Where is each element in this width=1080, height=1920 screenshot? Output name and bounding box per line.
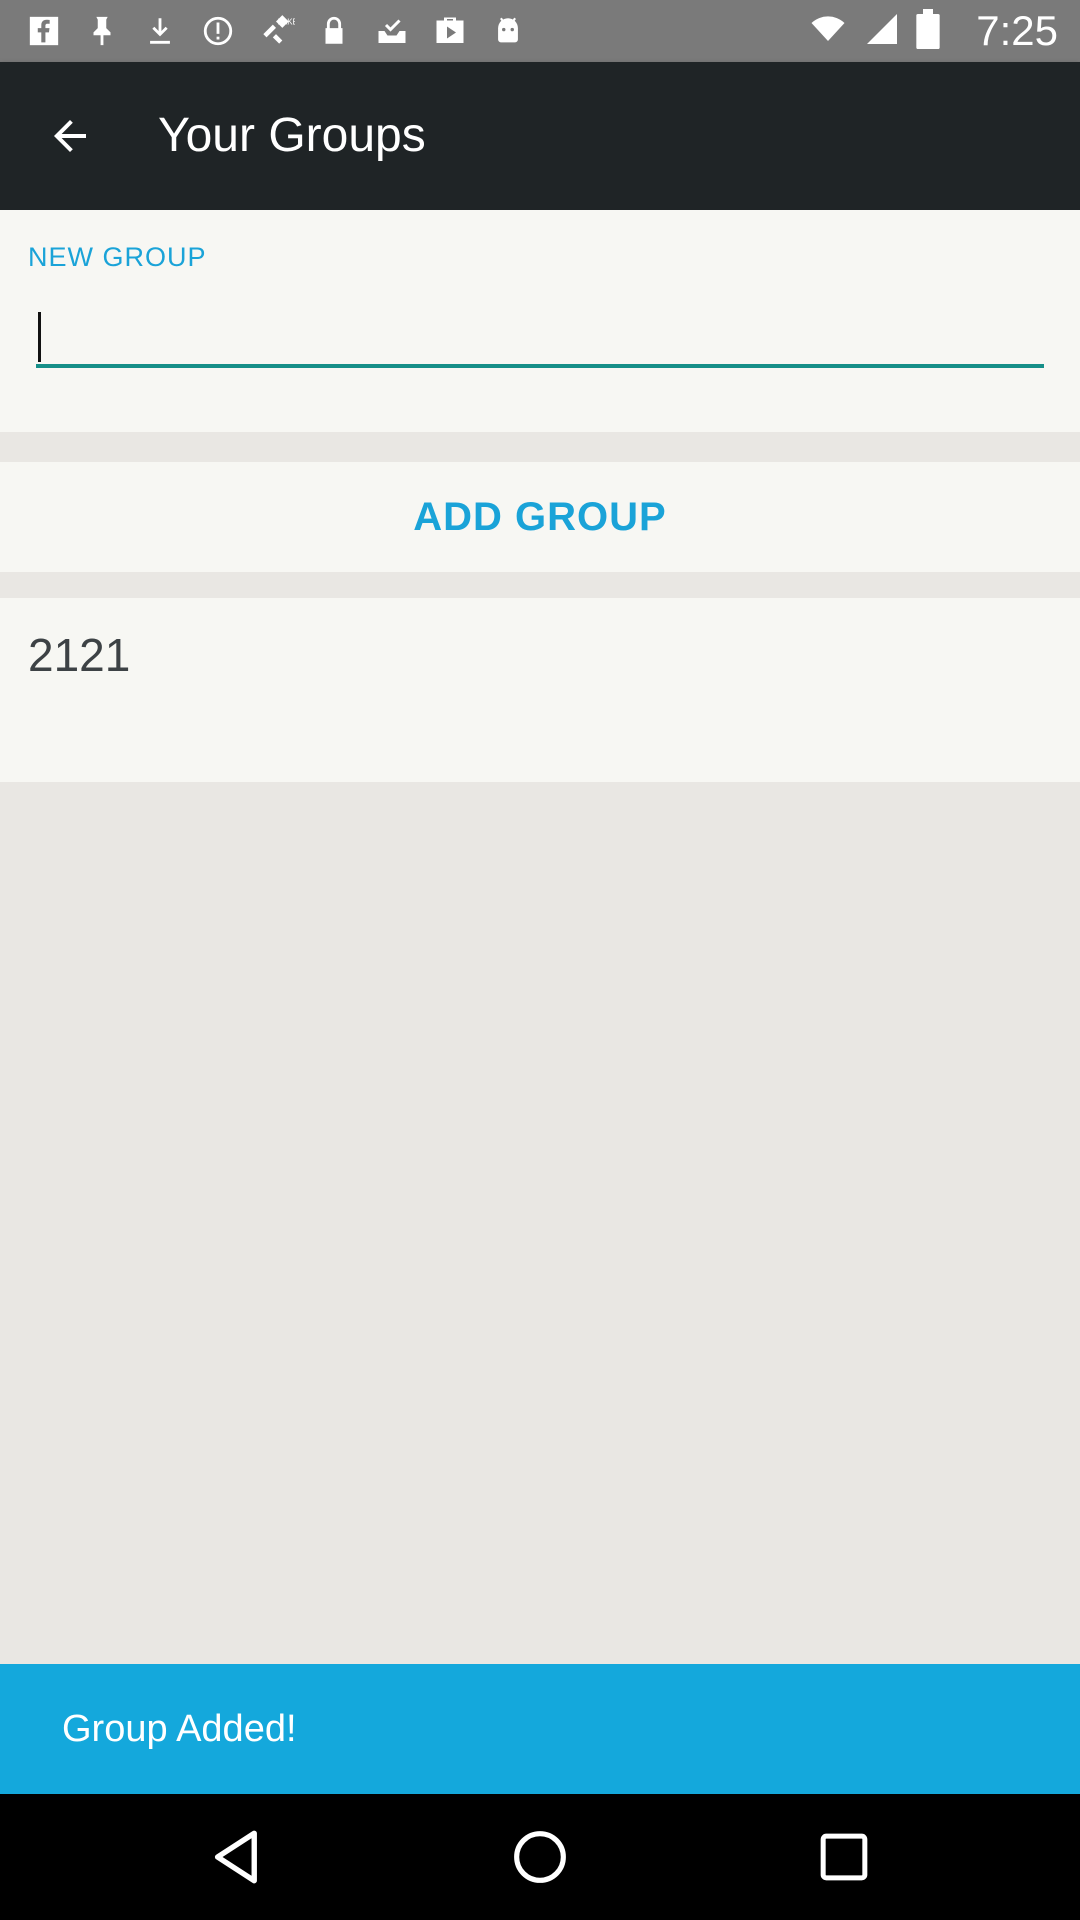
nav-home-button[interactable] — [507, 1824, 573, 1890]
snackbar-message: Group Added! — [62, 1708, 297, 1750]
groups-list: 2121 — [0, 598, 1080, 782]
download-icon — [138, 9, 182, 53]
wifi-icon — [808, 11, 848, 52]
add-group-card: ADD GROUP — [0, 462, 1080, 572]
battery-icon — [916, 8, 940, 54]
square-recents-icon — [820, 1833, 868, 1881]
status-bar: FAKE 7:25 — [0, 0, 1080, 62]
lock-icon — [312, 9, 356, 53]
add-group-button[interactable]: ADD GROUP — [413, 495, 666, 540]
list-item[interactable]: 2121 — [28, 628, 130, 682]
page-title: Your Groups — [158, 109, 426, 162]
clock: 7:25 — [976, 7, 1058, 54]
text-cursor — [38, 312, 41, 362]
system-icons — [808, 8, 940, 54]
nav-back-button[interactable] — [204, 1824, 270, 1890]
navigation-bar — [0, 1794, 1080, 1920]
svg-text:FAKE: FAKE — [278, 18, 295, 27]
app-bar: Your Groups — [0, 62, 1080, 210]
back-button[interactable] — [40, 106, 100, 166]
circle-home-icon — [514, 1831, 566, 1883]
snackbar: Group Added! — [0, 1664, 1080, 1794]
arrow-back-icon — [54, 120, 86, 152]
nav-recents-button[interactable] — [811, 1824, 877, 1890]
new-group-label: NEW GROUP — [28, 242, 207, 272]
briefcase-play-icon — [428, 9, 472, 53]
inbox-check-icon — [370, 9, 414, 53]
new-group-input[interactable] — [36, 306, 1044, 368]
pin-icon — [80, 9, 124, 53]
signal-icon — [864, 11, 900, 52]
triangle-back-icon — [214, 1830, 257, 1884]
satellite-fake-icon: FAKE — [254, 9, 298, 53]
notification-icons: FAKE — [22, 8, 530, 54]
new-group-card: NEW GROUP — [0, 210, 1080, 432]
f-icon — [22, 9, 66, 53]
info-circle-icon — [196, 9, 240, 53]
android-icon — [486, 9, 530, 53]
